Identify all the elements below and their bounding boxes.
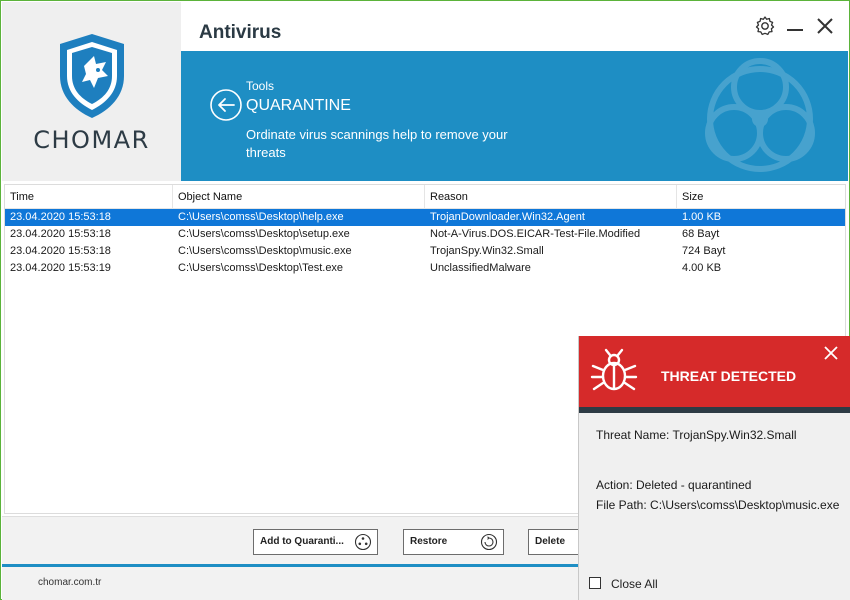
cell-object-name: C:\Users\comss\Desktop\music.exe xyxy=(178,245,352,257)
table-row[interactable]: 23.04.2020 15:53:18 C:\Users\comss\Deskt… xyxy=(5,243,845,260)
close-icon[interactable] xyxy=(813,14,837,38)
column-header-size[interactable]: Size xyxy=(677,185,845,209)
cell-size: 68 Bayt xyxy=(682,228,720,240)
breadcrumb[interactable]: Tools xyxy=(246,79,274,93)
cell-time: 23.04.2020 15:53:19 xyxy=(10,262,111,274)
threat-name: Threat Name: TrojanSpy.Win32.Small xyxy=(596,428,797,442)
threat-notification: THREAT DETECTED Threat Name: TrojanSpy.W… xyxy=(578,336,850,600)
restore-icon xyxy=(480,533,498,551)
table-header: Time Object Name Reason Size xyxy=(5,185,845,209)
app-title: Antivirus xyxy=(199,22,282,43)
header-banner: Tools QUARANTINE Ordinate virus scanning… xyxy=(181,51,848,181)
gear-icon[interactable] xyxy=(753,14,777,38)
back-button[interactable] xyxy=(209,88,243,122)
threat-header-underline xyxy=(579,407,850,413)
cell-object-name: C:\Users\comss\Desktop\Test.exe xyxy=(178,262,344,274)
checkbox-box[interactable] xyxy=(589,577,601,589)
brand-name: CHOMAR xyxy=(33,126,150,154)
shield-logo-icon xyxy=(60,34,124,118)
add-to-quarantine-button[interactable]: Add to Quaranti... xyxy=(253,529,378,555)
threat-file-path: File Path: C:\Users\comss\Desktop\music.… xyxy=(596,498,840,512)
website-link[interactable]: chomar.com.tr xyxy=(38,577,101,588)
table-body: 23.04.2020 15:53:18 C:\Users\comss\Deskt… xyxy=(5,209,845,277)
cell-object-name: C:\Users\comss\Desktop\setup.exe xyxy=(178,228,350,240)
cell-time: 23.04.2020 15:53:18 xyxy=(10,211,111,223)
threat-action: Action: Deleted - quarantined xyxy=(596,478,752,492)
cell-size: 724 Bayt xyxy=(682,245,726,257)
table-row[interactable]: 23.04.2020 15:53:18 C:\Users\comss\Deskt… xyxy=(5,209,845,226)
table-row[interactable]: 23.04.2020 15:53:19 C:\Users\comss\Deskt… xyxy=(5,260,845,277)
restore-label: Restore xyxy=(410,536,448,547)
cell-size: 1.00 KB xyxy=(682,211,722,223)
cell-size: 4.00 KB xyxy=(682,262,722,274)
threat-header: THREAT DETECTED xyxy=(579,336,850,407)
logo-panel: CHOMAR xyxy=(2,2,181,181)
column-header-time[interactable]: Time xyxy=(5,185,173,209)
app-window: CHOMAR Antivirus Tools QUARANTINE Ordina… xyxy=(0,0,850,600)
column-header-object-name[interactable]: Object Name xyxy=(173,185,425,209)
back-arrow-icon xyxy=(210,89,242,121)
page-title: QUARANTINE xyxy=(246,97,351,114)
page-description: Ordinate virus scannings help to remove … xyxy=(246,127,508,160)
quarantine-icon xyxy=(354,533,372,551)
close-all-label: Close All xyxy=(611,577,658,591)
threat-title: THREAT DETECTED xyxy=(661,368,797,384)
biohazard-watermark-icon xyxy=(705,58,815,172)
title-bar: Antivirus xyxy=(181,2,848,51)
delete-label: Delete xyxy=(535,536,566,547)
bug-icon xyxy=(590,348,638,391)
cell-reason: Not-A-Virus.DOS.EICAR-Test-File.Modified xyxy=(430,228,641,240)
column-header-reason[interactable]: Reason xyxy=(425,185,677,209)
cell-object-name: C:\Users\comss\Desktop\help.exe xyxy=(178,211,344,223)
cell-reason: TrojanSpy.Win32.Small xyxy=(430,245,544,257)
table-row[interactable]: 23.04.2020 15:53:18 C:\Users\comss\Deskt… xyxy=(5,226,845,243)
cell-reason: UnclassifiedMalware xyxy=(430,262,531,274)
restore-button[interactable]: Restore xyxy=(403,529,504,555)
cell-time: 23.04.2020 15:53:18 xyxy=(10,245,111,257)
cell-time: 23.04.2020 15:53:18 xyxy=(10,228,111,240)
add-to-quarantine-label: Add to Quaranti... xyxy=(260,536,344,547)
close-icon[interactable] xyxy=(823,345,839,361)
cell-reason: TrojanDownloader.Win32.Agent xyxy=(430,211,585,223)
minimize-icon[interactable] xyxy=(783,14,807,38)
